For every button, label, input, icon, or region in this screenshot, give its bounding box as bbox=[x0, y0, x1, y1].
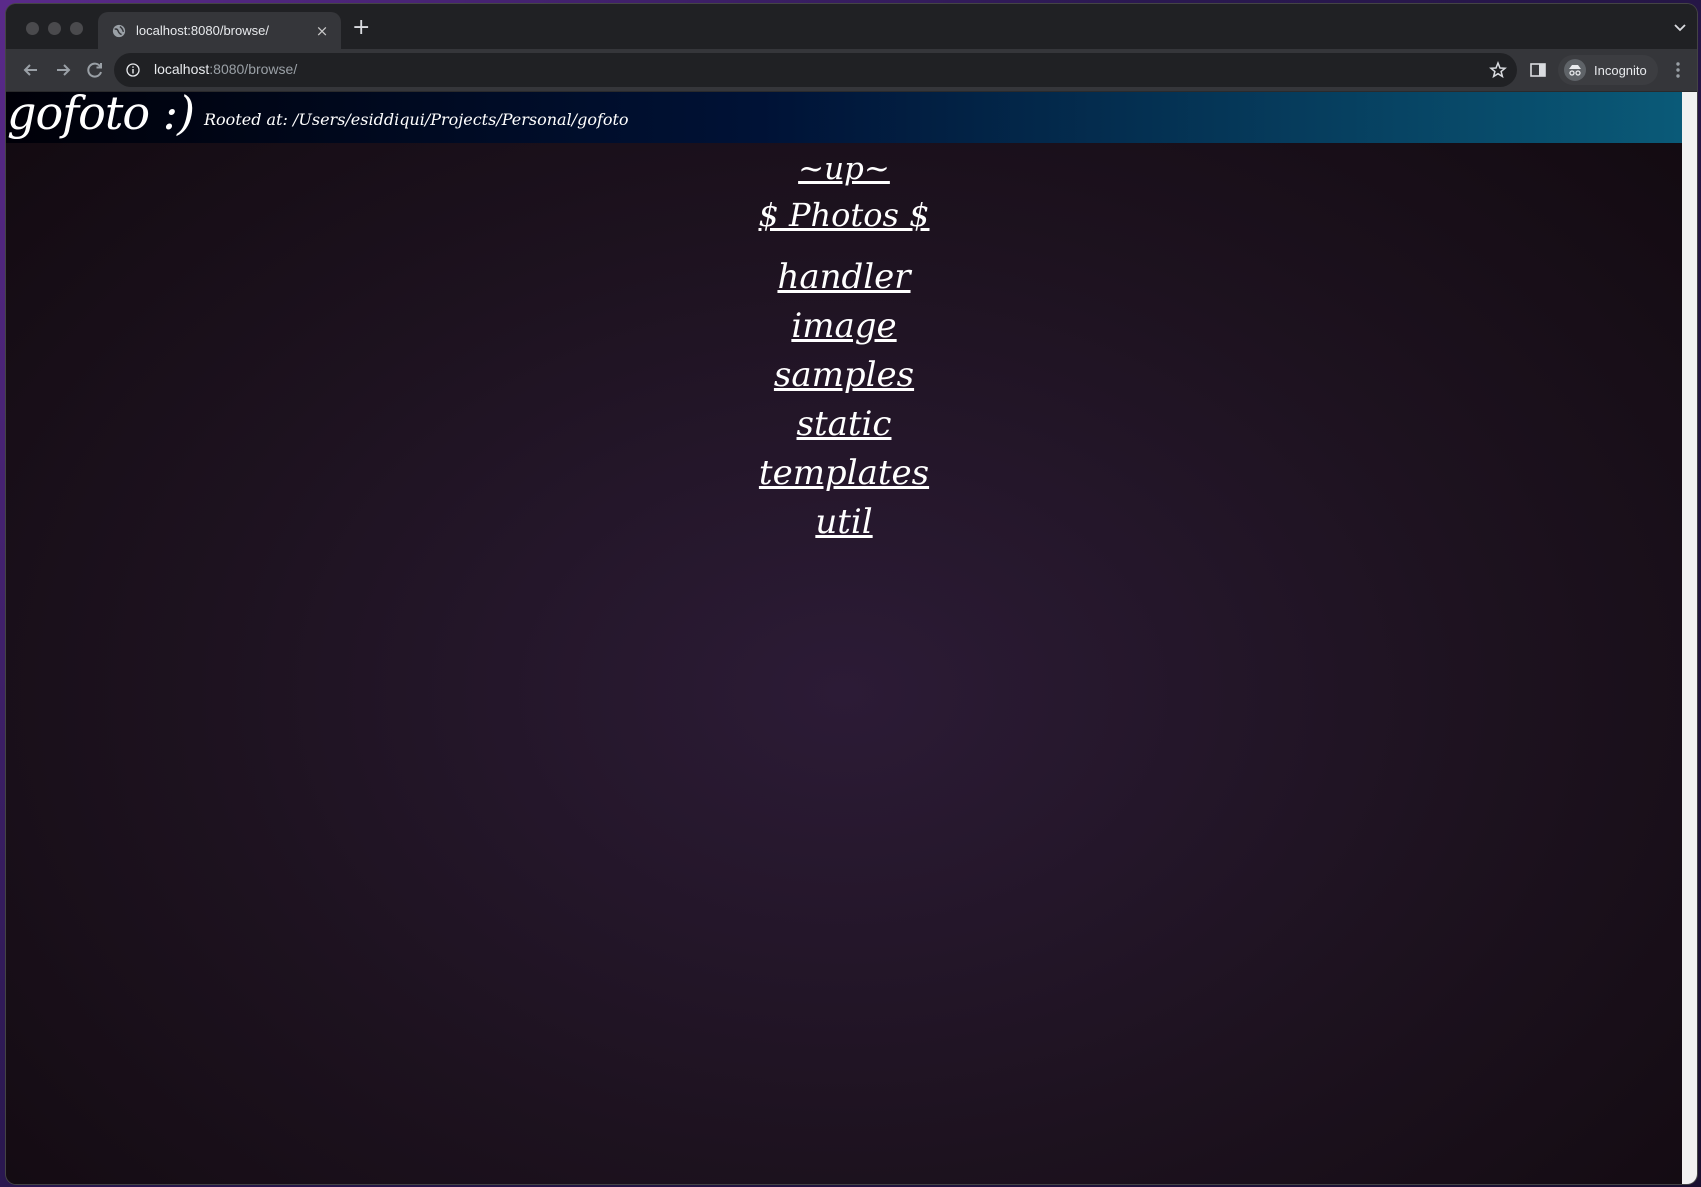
reload-icon[interactable] bbox=[84, 59, 106, 81]
url-host: localhost bbox=[154, 61, 210, 77]
tab-strip: localhost:8080/browse/ × + bbox=[6, 4, 1697, 49]
photos-link[interactable]: $ Photos $ bbox=[6, 191, 1682, 239]
incognito-icon bbox=[1564, 59, 1586, 81]
directory-link[interactable]: util bbox=[6, 498, 1682, 547]
site-logo: gofoto :) bbox=[7, 86, 195, 140]
forward-icon[interactable] bbox=[52, 59, 74, 81]
back-icon[interactable] bbox=[20, 59, 42, 81]
info-icon[interactable] bbox=[126, 63, 140, 77]
minimize-window-button[interactable] bbox=[48, 22, 61, 35]
window-controls bbox=[26, 22, 83, 35]
url-text[interactable]: localhost:8080/browse/ bbox=[154, 61, 297, 77]
directory-listing: ~up~ $ Photos $ handler image samples st… bbox=[6, 147, 1682, 547]
directory-link[interactable]: handler bbox=[6, 253, 1682, 302]
rooted-path: Rooted at: /Users/esiddiqui/Projects/Per… bbox=[204, 110, 629, 129]
page-scrollbar[interactable] bbox=[1682, 92, 1697, 1184]
directory-link[interactable]: templates bbox=[6, 449, 1682, 498]
page-content: gofoto :) Rooted at: /Users/esiddiqui/Pr… bbox=[6, 86, 1682, 1184]
incognito-button[interactable]: Incognito bbox=[1558, 55, 1658, 85]
directory-link[interactable]: samples bbox=[6, 351, 1682, 400]
menu-icon[interactable] bbox=[1667, 59, 1689, 81]
close-tab-icon[interactable]: × bbox=[313, 22, 331, 40]
incognito-label: Incognito bbox=[1594, 62, 1647, 78]
close-window-button[interactable] bbox=[26, 22, 39, 35]
tab-search-chevron-icon[interactable] bbox=[1673, 20, 1687, 34]
browser-window: localhost:8080/browse/ × + localhost:808… bbox=[6, 4, 1697, 1184]
star-icon[interactable] bbox=[1489, 61, 1507, 79]
maximize-window-button[interactable] bbox=[70, 22, 83, 35]
up-link[interactable]: ~up~ bbox=[6, 147, 1682, 191]
directory-link[interactable]: static bbox=[6, 400, 1682, 449]
toolbar: localhost:8080/browse/ Incognito bbox=[6, 49, 1697, 92]
tab-browse[interactable]: localhost:8080/browse/ × bbox=[98, 12, 341, 49]
url-path: :8080/browse/ bbox=[209, 61, 298, 77]
new-tab-button[interactable]: + bbox=[352, 17, 370, 39]
address-bar[interactable]: localhost:8080/browse/ bbox=[114, 53, 1517, 87]
directory-link[interactable]: image bbox=[6, 302, 1682, 351]
globe-icon bbox=[112, 24, 126, 37]
site-header: gofoto :) Rooted at: /Users/esiddiqui/Pr… bbox=[6, 86, 1682, 143]
tab-title: localhost:8080/browse/ bbox=[136, 23, 269, 38]
sidepanel-icon[interactable] bbox=[1529, 61, 1547, 79]
